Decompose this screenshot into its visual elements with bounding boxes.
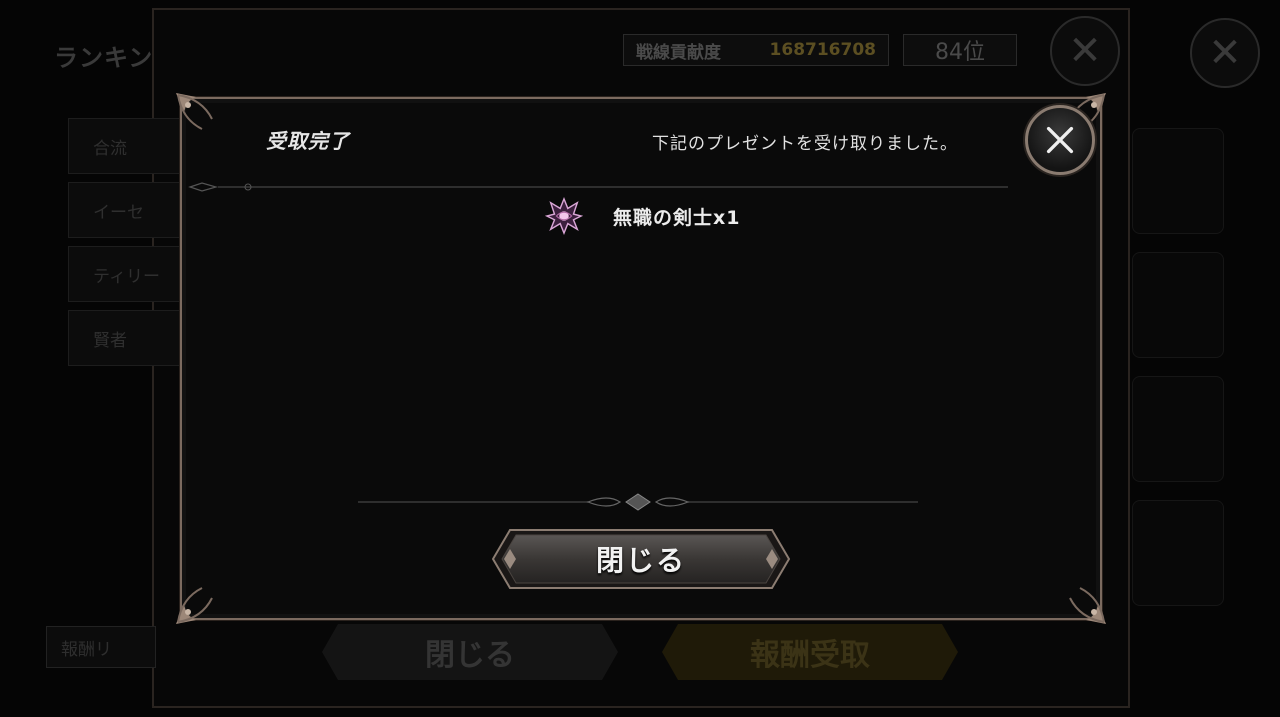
background-tab-2: イーセ bbox=[68, 182, 188, 238]
score-display: 戦線貢献度 168716708 bbox=[623, 34, 889, 66]
background-claim-button: 報酬受取 bbox=[662, 624, 958, 680]
dialog-close-button[interactable] bbox=[1025, 105, 1095, 175]
background-card bbox=[1132, 252, 1224, 358]
background-close-icon: ✕ bbox=[1050, 16, 1120, 86]
score-value: 168716708 bbox=[769, 40, 876, 60]
background-outer-close-icon: ✕ bbox=[1190, 18, 1260, 88]
dialog-message: 下記のプレゼントを受け取りました。 bbox=[652, 134, 958, 154]
background-title: ランキン bbox=[54, 44, 154, 72]
background-tab-4: 賢者 bbox=[68, 310, 188, 366]
job-crest-icon bbox=[545, 197, 583, 235]
receive-complete-dialog: 受取完了 下記のプレゼントを受け取りました。 無職の剣士x1 閉じる bbox=[176, 93, 1106, 624]
background-tab-1: 合流 bbox=[68, 118, 188, 174]
close-button[interactable]: 閉じる bbox=[492, 529, 790, 589]
close-button-label: 閉じる bbox=[595, 544, 686, 577]
background-card bbox=[1132, 128, 1224, 234]
close-icon bbox=[1046, 126, 1074, 154]
reward-text: 無職の剣士x1 bbox=[613, 206, 741, 229]
corner-ornament-icon bbox=[1056, 574, 1110, 628]
background-card bbox=[1132, 376, 1224, 482]
background-close-button: 閉じる bbox=[322, 624, 618, 680]
score-label: 戦線貢献度 bbox=[636, 42, 721, 63]
reward-item: 無職の剣士x1 bbox=[545, 197, 740, 235]
corner-ornament-icon bbox=[172, 89, 226, 143]
background-reward-list-button: 報酬リ bbox=[46, 626, 156, 668]
header-divider bbox=[188, 177, 1008, 192]
rank-display: 84位 bbox=[903, 34, 1017, 66]
background-tab-3: ティリー bbox=[68, 246, 188, 302]
footer-divider bbox=[358, 492, 918, 512]
corner-ornament-icon bbox=[172, 574, 226, 628]
dialog-title: 受取完了 bbox=[266, 129, 350, 153]
background-card bbox=[1132, 500, 1224, 606]
